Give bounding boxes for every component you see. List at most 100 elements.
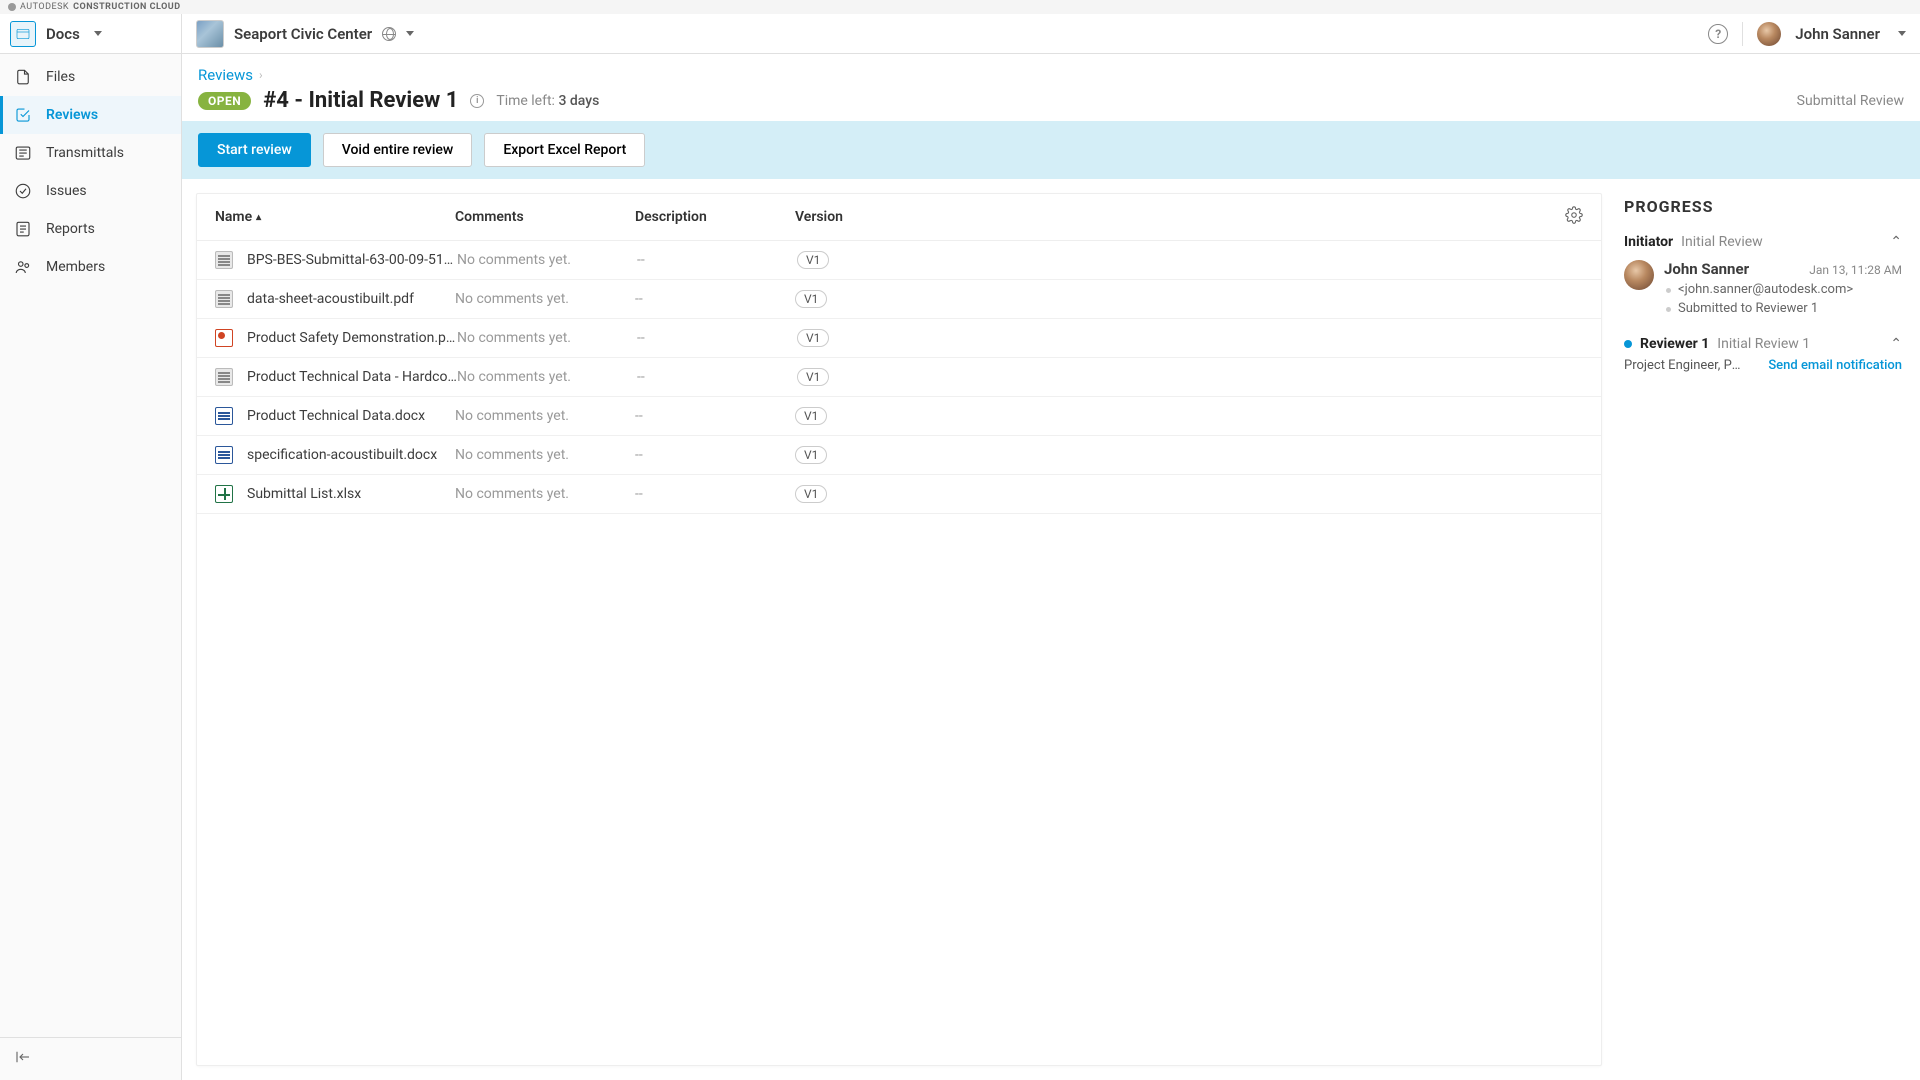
void-review-button[interactable]: Void entire review	[323, 133, 473, 167]
brand-bar: AUTODESK CONSTRUCTION CLOUD	[0, 0, 1920, 14]
file-type-icon	[215, 446, 233, 464]
initiator-label: Initiator	[1624, 234, 1673, 250]
info-icon[interactable]: i	[470, 94, 484, 108]
file-name: specification-acoustibuilt.docx	[247, 447, 437, 463]
project-switcher[interactable]: Seaport Civic Center	[182, 20, 428, 48]
version-pill: V1	[797, 368, 829, 386]
sidebar-item-label: Issues	[46, 183, 87, 199]
time-left-value: 3 days	[558, 93, 599, 109]
sidebar-item-files[interactable]: Files	[0, 58, 181, 96]
files-table: Name ▴ Comments Description Version BPS-…	[196, 193, 1602, 1066]
sidebar-collapse-button[interactable]	[0, 1037, 181, 1080]
send-email-link[interactable]: Send email notification	[1768, 358, 1902, 373]
sidebar-item-reports[interactable]: Reports	[0, 210, 181, 248]
reviewer-label: Reviewer 1	[1640, 336, 1709, 352]
module-switcher[interactable]: Docs	[0, 14, 182, 53]
divider	[1742, 22, 1743, 46]
file-icon	[14, 68, 32, 86]
table-row[interactable]: data-sheet-acoustibuilt.pdfNo comments y…	[197, 280, 1601, 319]
review-icon	[14, 106, 32, 124]
start-review-button[interactable]: Start review	[198, 133, 311, 167]
status-dot-icon	[1624, 340, 1632, 348]
table-row[interactable]: BPS-BES-Submittal-63-00-09-5100…No comme…	[197, 241, 1601, 280]
gear-icon	[1565, 206, 1583, 224]
column-name[interactable]: Name ▴	[215, 209, 455, 225]
chevron-up-icon: ⌃	[1890, 234, 1902, 250]
initiator-section-header[interactable]: Initiator Initial Review ⌃	[1624, 234, 1902, 250]
sidebar-item-members[interactable]: Members	[0, 248, 181, 286]
file-name: Product Technical Data.docx	[247, 408, 425, 424]
file-type-icon	[215, 290, 233, 308]
cell-version: V1	[797, 368, 1583, 386]
cell-comments: No comments yet.	[455, 408, 635, 424]
caret-down-icon	[406, 31, 414, 36]
cell-comments: No comments yet.	[457, 369, 637, 385]
cell-version: V1	[795, 446, 1583, 464]
chevron-up-icon: ⌃	[1890, 336, 1902, 352]
column-version[interactable]: Version	[795, 209, 1565, 225]
table-row[interactable]: Product Technical Data.docx No comments y…	[197, 397, 1601, 436]
column-name-label: Name	[215, 209, 252, 225]
sidebar-item-label: Reports	[46, 221, 95, 237]
breadcrumb-root[interactable]: Reviews	[198, 66, 253, 84]
version-pill: V1	[795, 290, 827, 308]
caret-down-icon	[94, 31, 102, 36]
action-bar: Start review Void entire review Export E…	[182, 121, 1920, 179]
table-row[interactable]: Product Technical Data - Hardcopy.…No co…	[197, 358, 1601, 397]
reviewer-role: Project Engineer, Pr…	[1624, 358, 1744, 373]
initiator-details: John Sanner Jan 13, 11:28 AM <john.sanne…	[1624, 260, 1902, 316]
reviewer-stage: Initial Review 1	[1717, 336, 1810, 352]
time-left: Time left: 3 days	[496, 93, 599, 109]
version-pill: V1	[797, 329, 829, 347]
initiator-email: <john.sanner@autodesk.com>	[1664, 282, 1902, 297]
collapse-icon	[14, 1048, 32, 1066]
page-title: #4 - Initial Review 1	[263, 88, 458, 113]
docs-module-icon	[10, 21, 36, 47]
file-type-icon	[215, 329, 233, 347]
cell-comments: No comments yet.	[455, 291, 635, 307]
table-settings-button[interactable]	[1565, 206, 1583, 228]
table-row[interactable]: Product Safety Demonstration.pptxNo comm…	[197, 319, 1601, 358]
progress-title: PROGRESS	[1624, 197, 1902, 216]
column-comments[interactable]: Comments	[455, 209, 635, 225]
file-name: Submittal List.xlsx	[247, 486, 361, 502]
transmittal-icon	[14, 144, 32, 162]
version-pill: V1	[795, 485, 827, 503]
file-type-icon	[215, 251, 233, 269]
cell-description: --	[635, 408, 795, 424]
version-pill: V1	[795, 407, 827, 425]
sidebar-item-reviews[interactable]: Reviews	[0, 96, 181, 134]
caret-down-icon[interactable]	[1898, 31, 1906, 36]
sidebar-item-issues[interactable]: Issues	[0, 172, 181, 210]
sort-asc-icon: ▴	[256, 212, 261, 223]
file-name: Product Technical Data - Hardcopy.…	[247, 369, 457, 385]
reviewer-section-header[interactable]: Reviewer 1 Initial Review 1 ⌃	[1624, 336, 1902, 352]
cell-description: --	[635, 486, 795, 502]
cell-description: --	[635, 447, 795, 463]
table-row[interactable]: Submittal List.xlsxNo comments yet.--V1	[197, 475, 1601, 514]
cell-description: --	[637, 369, 797, 385]
column-description[interactable]: Description	[635, 209, 795, 225]
project-name: Seaport Civic Center	[234, 25, 372, 43]
chevron-right-icon: ›	[259, 68, 263, 82]
initiator-name: John Sanner	[1664, 260, 1749, 278]
top-bar: Docs Seaport Civic Center ? John Sanner	[0, 14, 1920, 54]
cell-comments: No comments yet.	[457, 330, 637, 346]
file-type-icon	[215, 407, 233, 425]
module-label: Docs	[46, 25, 80, 43]
cell-description: --	[637, 330, 797, 346]
cell-version: V1	[795, 407, 1583, 425]
sidebar-item-label: Transmittals	[46, 145, 124, 161]
export-excel-button[interactable]: Export Excel Report	[484, 133, 645, 167]
table-header: Name ▴ Comments Description Version	[197, 194, 1601, 241]
sidebar-item-transmittals[interactable]: Transmittals	[0, 134, 181, 172]
status-badge: OPEN	[198, 92, 251, 110]
table-row[interactable]: specification-acoustibuilt.docx No commen…	[197, 436, 1601, 475]
members-icon	[14, 258, 32, 276]
cell-comments: No comments yet.	[457, 252, 637, 268]
user-avatar[interactable]	[1757, 22, 1781, 46]
file-type-icon	[215, 485, 233, 503]
initiator-avatar	[1624, 260, 1654, 290]
cell-comments: No comments yet.	[455, 447, 635, 463]
help-icon[interactable]: ?	[1708, 24, 1728, 44]
